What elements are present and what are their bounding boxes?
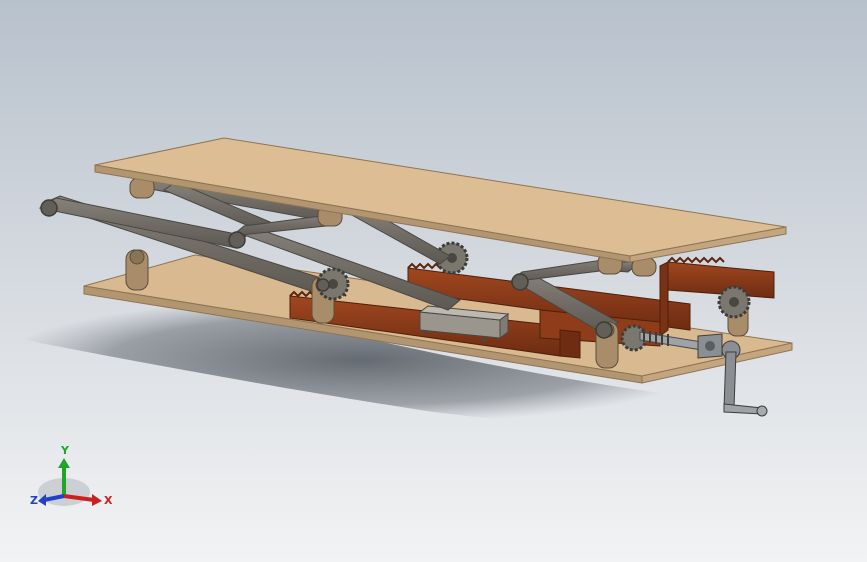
z-axis-label: Z [30, 494, 38, 507]
x-axis-label: X [104, 494, 113, 507]
gear-3[interactable] [717, 285, 751, 319]
coordinate-triad[interactable]: Y X Z [28, 440, 118, 520]
base-bracket-left[interactable] [125, 249, 149, 291]
y-axis-label: Y [60, 444, 70, 457]
screw-nut-block[interactable] [697, 333, 723, 359]
cad-viewport[interactable]: Y X Z [0, 0, 867, 562]
scissor-lift-model[interactable] [0, 0, 867, 562]
